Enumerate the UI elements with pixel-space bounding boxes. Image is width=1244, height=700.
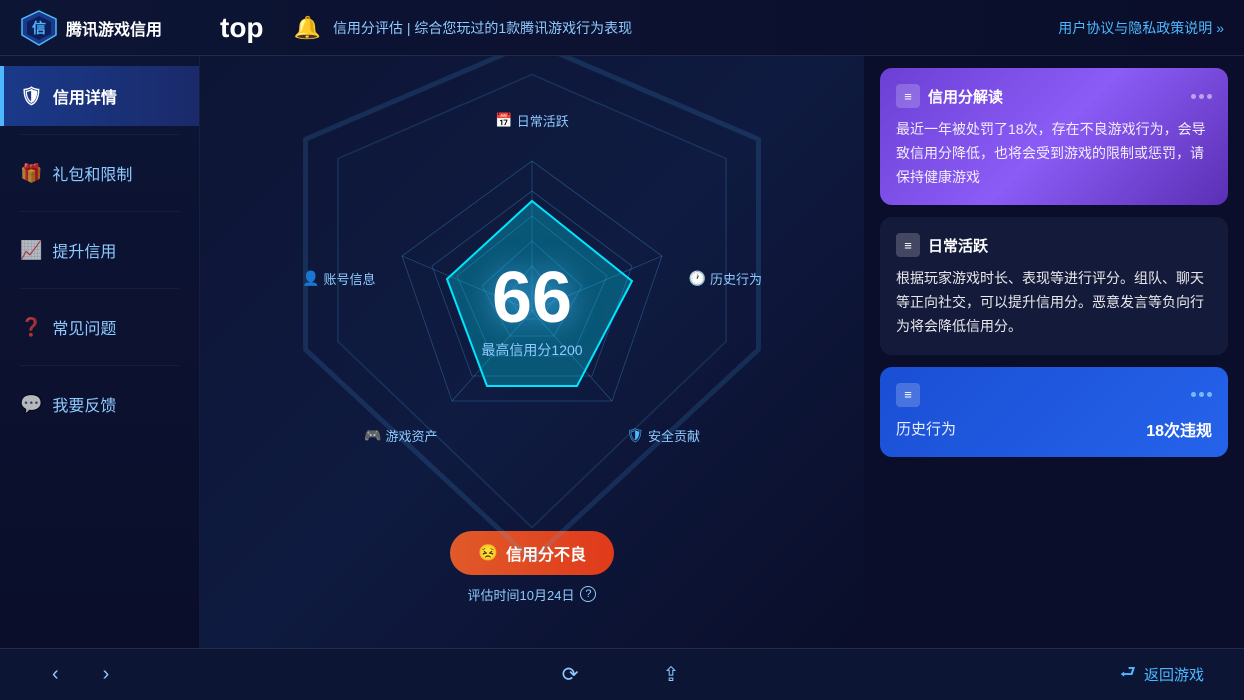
header-link-text: 用户协议与隐私政策说明 — [1058, 18, 1212, 38]
card-daily-body: 根据玩家游戏时长、表现等进行评分。组队、聊天等正向社交，可以提升信用分。恶意发言… — [896, 267, 1212, 338]
score-center: 66 最高信用分1200 — [481, 262, 582, 360]
history-card-icon: ≡ — [896, 383, 920, 407]
user-icon: 👤 — [302, 270, 319, 287]
feedback-icon: 💬 — [20, 394, 42, 415]
dot6 — [1207, 392, 1212, 397]
main: 🛡 信用详情 🎁 礼包和限制 📈 提升信用 ❓ 常见问题 💬 我要反馈 — [0, 56, 1244, 648]
daily-card-icon: ≡ — [896, 233, 920, 257]
return-icon: ⮐ — [1120, 660, 1136, 690]
header-link-arrow: » — [1216, 20, 1224, 36]
bottom-nav: ‹ › ⟳ ⇪ ⮐ 返回游戏 — [0, 648, 1244, 700]
return-label: 返回游戏 — [1144, 664, 1204, 685]
label-history: 🕐 历史行为 — [689, 269, 762, 288]
label-security-text: 安全贡献 — [648, 426, 700, 445]
sidebar-divider-1 — [20, 134, 179, 135]
header-link[interactable]: 用户协议与隐私政策说明 » — [1058, 18, 1224, 38]
refresh-button[interactable]: ⟳ — [550, 656, 591, 693]
eval-time: 评估时间10月24日 ? — [468, 585, 597, 604]
label-security: 🛡 安全贡献 — [626, 426, 700, 445]
label-assets-text: 游戏资产 — [385, 426, 437, 445]
center-panel: 📅 日常活跃 🕐 历史行为 🛡 安全贡献 🎮 游戏资产 👤 账号信 — [200, 56, 864, 648]
improve-icon: 📈 — [20, 240, 42, 261]
svg-text:信: 信 — [32, 20, 46, 36]
dot3 — [1207, 94, 1212, 99]
sidebar-label-faq: 常见问题 — [52, 315, 116, 339]
sidebar-item-feedback[interactable]: 💬 我要反馈 — [0, 374, 199, 434]
header: 信 腾讯游戏信用 top 🔔 信用分评估 | 综合您玩过的1款腾讯游戏行为表现 … — [0, 0, 1244, 56]
card-credit-interpretation: ≡ 信用分解读 最近一年被处罚了18次，存在不良游戏行为，会导致信用分降低，也将… — [880, 68, 1228, 205]
prev-button[interactable]: ‹ — [40, 657, 71, 692]
prev-icon: ‹ — [52, 663, 59, 686]
label-daily-active-text: 日常活跃 — [517, 111, 569, 130]
sidebar-divider-3 — [20, 288, 179, 289]
game-icon: 🎮 — [364, 427, 381, 444]
radar-container: 📅 日常活跃 🕐 历史行为 🛡 安全贡献 🎮 游戏资产 👤 账号信 — [292, 101, 772, 521]
nav-center: ⟳ ⇪ — [550, 656, 692, 693]
refresh-icon: ⟳ — [562, 662, 579, 687]
sidebar-divider-4 — [20, 365, 179, 366]
sidebar-item-faq[interactable]: ❓ 常见问题 — [0, 297, 199, 357]
logo-text: 腾讯游戏信用 — [66, 16, 162, 40]
history-value: 18次违规 — [1146, 417, 1212, 441]
return-game-button[interactable]: ⮐ 返回游戏 — [1120, 660, 1204, 690]
label-daily-active: 📅 日常活跃 — [495, 111, 568, 130]
next-button[interactable]: › — [91, 657, 122, 692]
label-history-text: 历史行为 — [710, 269, 762, 288]
sidebar-label-credit-detail: 信用详情 — [53, 84, 117, 108]
sidebar-item-improve[interactable]: 📈 提升信用 — [0, 220, 199, 280]
sidebar-label-feedback: 我要反馈 — [52, 392, 116, 416]
dot1 — [1191, 94, 1196, 99]
ellipsis-dots-2 — [1191, 392, 1212, 397]
sidebar-divider-2 — [20, 211, 179, 212]
card-daily-header: ≡ 日常活跃 — [896, 233, 1212, 257]
dot4 — [1191, 392, 1196, 397]
eval-time-text: 评估时间10月24日 — [468, 585, 575, 604]
label-assets: 🎮 游戏资产 — [364, 426, 437, 445]
clock-icon: 🕐 — [689, 270, 706, 287]
share-icon: ⇪ — [663, 662, 680, 687]
sidebar-item-credit-detail[interactable]: 🛡 信用详情 — [0, 66, 199, 126]
label-account: 👤 账号信息 — [302, 269, 375, 288]
security-icon: 🛡 — [626, 427, 644, 444]
card-daily-title: 日常活跃 — [928, 235, 988, 256]
calendar-icon: 📅 — [495, 112, 512, 129]
right-panel: ≡ 信用分解读 最近一年被处罚了18次，存在不良游戏行为，会导致信用分降低，也将… — [864, 56, 1244, 648]
dot2 — [1199, 94, 1204, 99]
score-number: 66 — [481, 262, 582, 334]
ellipsis-dots-1 — [1191, 94, 1212, 99]
sidebar-label-gifts: 礼包和限制 — [52, 161, 132, 185]
credit-card-icon: ≡ — [896, 84, 920, 108]
score-max-label: 最高信用分1200 — [481, 340, 582, 360]
next-icon: › — [103, 663, 110, 686]
label-account-text: 账号信息 — [323, 269, 375, 288]
dot5 — [1199, 392, 1204, 397]
logo-icon: 信 — [20, 9, 58, 47]
history-value-label: 历史行为 — [896, 418, 956, 439]
card-credit-title: 信用分解读 — [928, 86, 1003, 107]
header-subtitle: 信用分评估 | 综合您玩过的1款腾讯游戏行为表现 — [333, 18, 632, 38]
card-history-row: 历史行为 18次违规 — [896, 417, 1212, 441]
sidebar: 🛡 信用详情 🎁 礼包和限制 📈 提升信用 ❓ 常见问题 💬 我要反馈 — [0, 56, 200, 648]
help-icon[interactable]: ? — [580, 586, 596, 602]
card-credit-body: 最近一年被处罚了18次，存在不良游戏行为，会导致信用分降低，也将会受到游戏的限制… — [896, 118, 1212, 189]
header-title: top — [220, 12, 264, 44]
sidebar-item-gifts[interactable]: 🎁 礼包和限制 — [0, 143, 199, 203]
bell-icon: 🔔 — [294, 15, 321, 41]
card-daily-active: ≡ 日常活跃 根据玩家游戏时长、表现等进行评分。组队、聊天等正向社交，可以提升信… — [880, 217, 1228, 354]
card-history-header: ≡ — [896, 383, 1212, 407]
share-button[interactable]: ⇪ — [651, 656, 692, 693]
logo-area: 信 腾讯游戏信用 — [20, 9, 220, 47]
faq-icon: ❓ — [20, 317, 42, 338]
card-credit-header: ≡ 信用分解读 — [896, 84, 1212, 108]
shield-icon: 🛡 — [20, 86, 43, 107]
sidebar-label-improve: 提升信用 — [52, 238, 116, 262]
gift-icon: 🎁 — [20, 163, 42, 184]
card-history: ≡ 历史行为 18次违规 — [880, 367, 1228, 457]
